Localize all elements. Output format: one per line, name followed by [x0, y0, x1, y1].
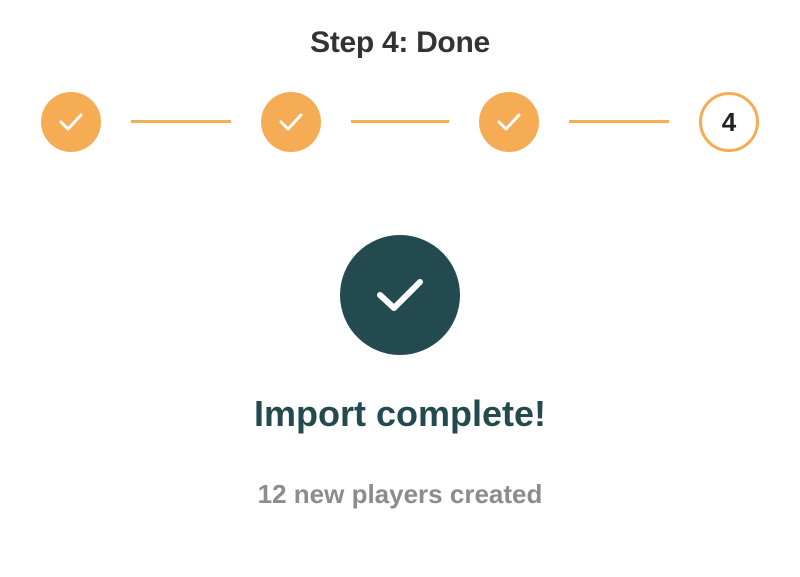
success-check-circle: [340, 235, 460, 355]
step-1-done: [41, 92, 101, 152]
check-circle-icon: [377, 279, 423, 311]
step-connector: [131, 120, 231, 123]
progress-stepper: 4: [0, 92, 800, 152]
step-4-current: 4: [699, 92, 759, 152]
check-icon: [279, 113, 303, 131]
step-2-done: [261, 92, 321, 152]
step-3-done: [479, 92, 539, 152]
step-connector: [569, 120, 669, 123]
import-complete-heading: Import complete!: [253, 393, 547, 434]
step-connector: [351, 120, 449, 123]
step-number: 4: [721, 106, 737, 137]
players-created-summary: 12 new players created: [257, 479, 543, 509]
check-icon: [497, 113, 521, 131]
check-icon: [59, 113, 83, 131]
page-title: Step 4: Done: [310, 26, 490, 59]
